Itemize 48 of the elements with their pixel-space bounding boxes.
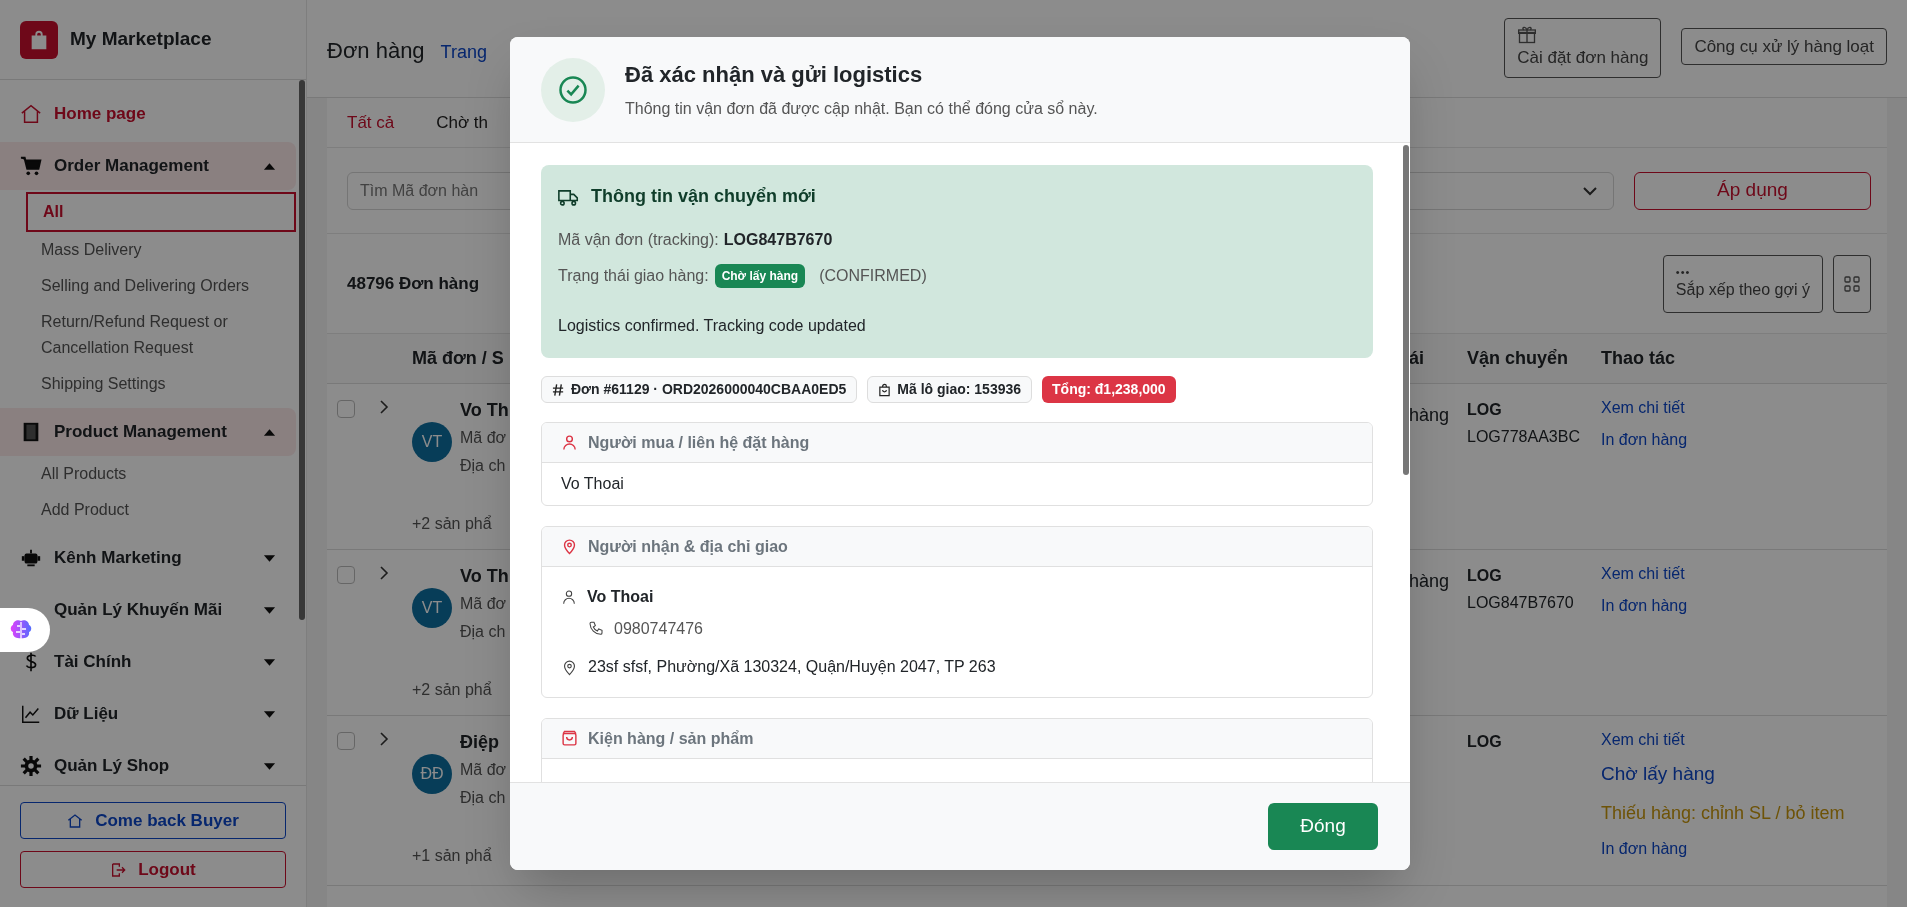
column-header: Mã đơn / S <box>411 347 505 370</box>
dialog-title: Đã xác nhận và gửi logistics <box>625 61 924 89</box>
card-title: Kiện hàng / sản phẩm <box>588 728 754 749</box>
address-text: Địa ch <box>460 622 507 642</box>
column-header: ái <box>1408 347 1425 370</box>
dialog-subtitle: Thông tin vận đơn đã được cập nhật. Bạn có thể đóng cửa sổ này. <box>625 99 1098 119</box>
field-label: Trạng thái giao hàng: <box>558 266 709 286</box>
status-text: hàng <box>1409 405 1450 425</box>
field-label: Mã vận đơn (tracking): <box>558 230 719 250</box>
column-header: Thao tác <box>1601 347 1676 370</box>
info-chip: Đơn #61129 · ORD2026000040CBAA0ED5 <box>541 376 858 403</box>
recipient-name: Vo Thoai <box>587 587 654 607</box>
avatar: ĐĐ <box>412 754 452 794</box>
brand-name: My Marketplace <box>70 27 212 52</box>
tracking-code: LOG847B7670 <box>1467 593 1575 613</box>
status-code: (CONFIRMED) <box>819 266 927 286</box>
more-products: +1 sản phẩ <box>412 846 493 866</box>
tracking-code: LOG778AA3BC <box>1467 427 1581 447</box>
order-count: 48796 Đơn hàng <box>347 272 480 295</box>
buyer-name: Vo Thoai <box>560 474 625 494</box>
order-code: Mã đơ <box>460 594 508 614</box>
carrier-name: LOG <box>1467 400 1503 420</box>
carrier-name: LOG <box>1467 566 1503 586</box>
status-text: hàng <box>1409 571 1450 591</box>
customer-name: Vo Th <box>460 565 509 588</box>
more-products: +2 sản phẩ <box>412 514 493 534</box>
card-title: Người nhận & địa chỉ giao <box>588 536 788 557</box>
order-code: Mã đơ <box>460 428 508 448</box>
avatar: VT <box>412 422 452 462</box>
status-message: Logistics confirmed. Tracking code updated <box>558 316 867 336</box>
order-code: Mã đơ <box>460 760 507 780</box>
address-text: Địa ch <box>460 788 507 808</box>
address-text: Địa ch <box>460 456 507 476</box>
card-title: Người mua / liên hệ đặt hàng <box>588 432 810 453</box>
info-chip: Mã lô giao: 153936 <box>867 376 1033 403</box>
page-title: Đơn hàng <box>327 37 425 65</box>
address-text: 23sf sfsf, Phường/Xã 130324, Quận/Huyện 2047, TP 263 <box>588 657 996 677</box>
customer-name: Vo Th <box>460 399 509 422</box>
tracking-code: LOG847B7670 <box>723 230 833 250</box>
carrier-name: LOG <box>1467 732 1503 752</box>
column-header: Vận chuyển <box>1466 347 1570 370</box>
avatar: VT <box>412 588 452 628</box>
phone-number: 0980747476 <box>614 619 703 639</box>
total-badge: Tổng: đ1,238,000 <box>1042 376 1176 403</box>
more-products: +2 sản phẩ <box>412 680 493 700</box>
panel-title: Thông tin vận chuyển mới <box>591 185 816 208</box>
customer-name: Điệp <box>460 731 500 754</box>
status-badge: Chờ lấy hàng <box>714 264 806 288</box>
